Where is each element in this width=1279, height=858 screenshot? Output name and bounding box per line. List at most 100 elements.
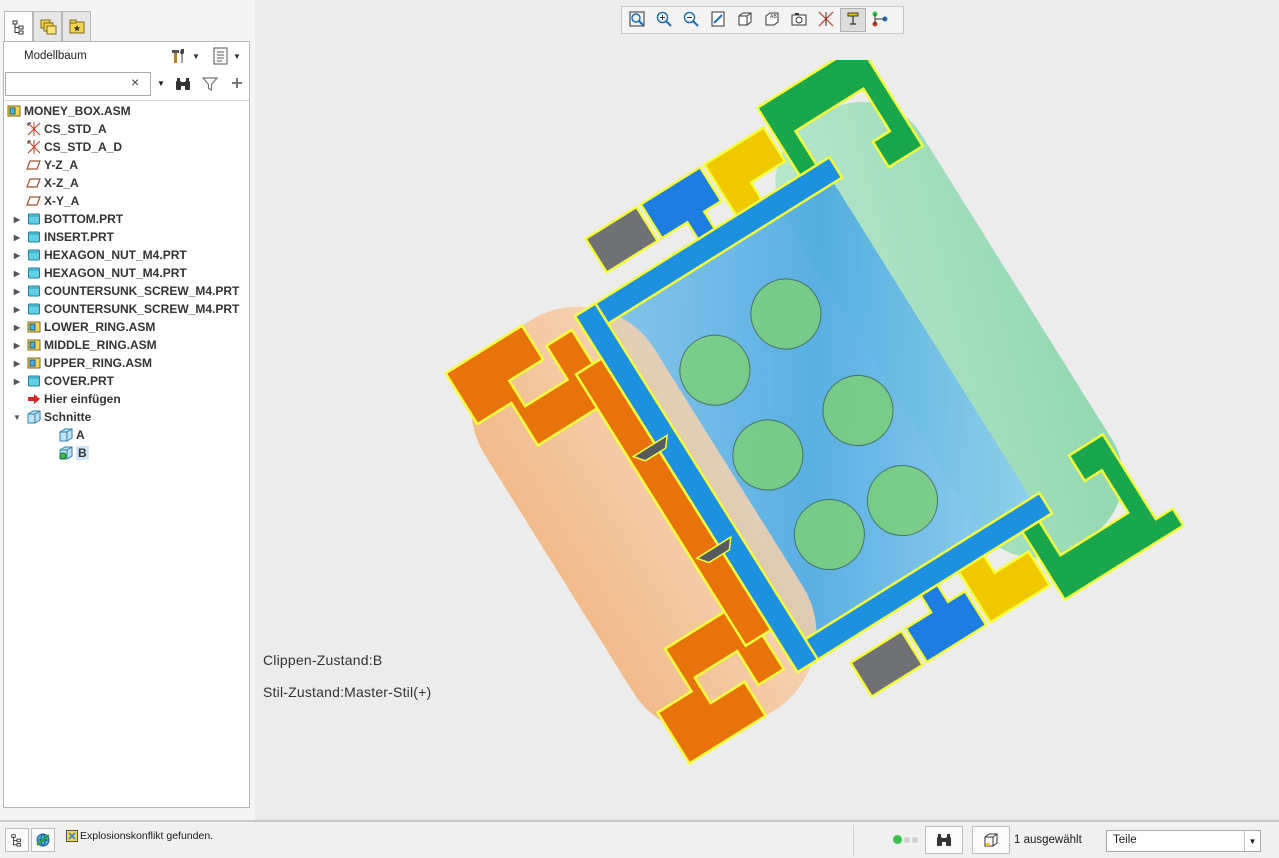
expand-arrow-icon[interactable]: ▶: [12, 305, 22, 314]
layers-tab[interactable]: [33, 11, 62, 41]
assembly-icon: [6, 103, 22, 119]
tree-item[interactable]: CS_STD_A_D: [12, 138, 122, 156]
warning-message-icon: [66, 830, 78, 842]
repaint-button[interactable]: [705, 8, 731, 32]
collapse-arrow-icon[interactable]: ▼: [12, 413, 22, 422]
refit-button[interactable]: [624, 8, 650, 32]
favorites-tab[interactable]: [62, 11, 91, 41]
tree-item[interactable]: CS_STD_A: [12, 120, 107, 138]
section-view-model[interactable]: [425, 60, 1185, 780]
spin-center-button[interactable]: [867, 8, 893, 32]
tree-item[interactable]: Y-Z_A: [12, 156, 78, 174]
saved-orientations-button[interactable]: AB: [759, 8, 785, 32]
tree-item[interactable]: ▶ HEXAGON_NUT_M4.PRT: [12, 264, 187, 282]
tree-item[interactable]: B: [44, 444, 89, 462]
tree-search-input[interactable]: [5, 72, 151, 96]
model-tree-title: Modellbaum: [24, 50, 87, 62]
tree-item[interactable]: ▶ COUNTERSUNK_SCREW_M4.PRT: [12, 300, 239, 318]
expand-arrow-icon[interactable]: ▶: [12, 323, 22, 332]
annotation-display-button[interactable]: [840, 8, 866, 32]
tree-item[interactable]: ▶ INSERT.PRT: [12, 228, 114, 246]
tree-item[interactable]: A: [44, 426, 85, 444]
annotation-display-icon: [844, 10, 862, 31]
tree-item-label: MIDDLE_RING.ASM: [44, 338, 157, 352]
selection-buffer-button[interactable]: [972, 826, 1010, 854]
zoom-in-button[interactable]: [651, 8, 677, 32]
datum-display-button[interactable]: [813, 8, 839, 32]
toggle-navigator-button[interactable]: [5, 828, 29, 852]
tree-item-label: LOWER_RING.ASM: [44, 320, 156, 334]
tree-item-label: BOTTOM.PRT: [44, 212, 124, 226]
find-button[interactable]: [174, 76, 192, 95]
part-icon: [26, 211, 42, 227]
selection-filter-select[interactable]: Teile ▼: [1106, 830, 1261, 852]
binoculars-icon: [176, 78, 190, 90]
assembly-icon: [26, 337, 42, 353]
expand-arrow-icon[interactable]: ▶: [12, 269, 22, 278]
clip-state-label: Clippen-Zustand:B: [263, 652, 383, 668]
browser-globe-icon: [36, 833, 50, 847]
refit-icon: [628, 10, 646, 31]
toggle-browser-button[interactable]: [31, 828, 55, 852]
status-message-text: Explosionskonflikt gefunden.: [80, 830, 214, 842]
clear-search-icon[interactable]: ×: [131, 74, 139, 90]
repaint-icon: [709, 10, 727, 31]
tree-item[interactable]: MONEY_BOX.ASM: [6, 102, 131, 120]
coordinate-system-icon: [26, 121, 42, 137]
tree-item[interactable]: ▶ COVER.PRT: [12, 372, 114, 390]
expand-arrow-icon[interactable]: ▶: [12, 251, 22, 260]
assembly-icon: [26, 355, 42, 371]
tree-item-label: X-Z_A: [44, 176, 79, 190]
tree-columns-button[interactable]: ▼: [212, 47, 241, 65]
tools-icon: [172, 49, 184, 63]
tree-item[interactable]: ▶ BOTTOM.PRT: [12, 210, 123, 228]
expand-arrow-icon[interactable]: ▶: [12, 287, 22, 296]
datum-plane-icon: [26, 157, 42, 173]
zoom-out-button[interactable]: [678, 8, 704, 32]
view-manager-icon: [790, 10, 808, 31]
view-manager-button[interactable]: [786, 8, 812, 32]
filter-button[interactable]: [201, 76, 219, 95]
tree-item[interactable]: X-Y_A: [12, 192, 79, 210]
plus-icon: [232, 78, 242, 88]
tree-item[interactable]: X-Z_A: [12, 174, 79, 192]
graphics-viewport[interactable]: AB Clippen-Zustand:B Stil-Zustand:Master…: [255, 0, 1279, 820]
saved-orientations-icon: AB: [763, 10, 781, 31]
part-icon: [26, 247, 42, 263]
navigator-tabs: [4, 11, 91, 42]
insert-here-arrow-icon: [26, 391, 42, 407]
status-bar: Explosionskonflikt gefunden. 1 ausgewähl…: [0, 820, 1279, 858]
lower-ring-bottom: [848, 629, 925, 699]
expand-arrow-icon[interactable]: ▶: [12, 341, 22, 350]
tree-item[interactable]: ▶ MIDDLE_RING.ASM: [12, 336, 157, 354]
tree-item[interactable]: ▼ Schnitte: [12, 408, 91, 426]
model-tree-header: Modellbaum ▼ ▼: [4, 42, 249, 70]
tree-item-label: A: [76, 428, 85, 442]
display-style-button[interactable]: [732, 8, 758, 32]
tree-item[interactable]: Hier einfügen: [12, 390, 121, 408]
tree-settings-button[interactable]: ▼: [169, 47, 200, 65]
tree-item[interactable]: ▶ LOWER_RING.ASM: [12, 318, 155, 336]
coordinate-system-icon: [26, 139, 42, 155]
expand-arrow-icon[interactable]: ▶: [12, 233, 22, 242]
section-icon: [58, 427, 74, 443]
navigator-panel: Modellbaum ▼ ▼ × ▼ MONEY_BOX.ASM CS_STD_…: [0, 0, 255, 820]
find-button-status[interactable]: [925, 826, 963, 854]
tree-item-label: HEXAGON_NUT_M4.PRT: [44, 266, 187, 280]
tree-item[interactable]: ▶ HEXAGON_NUT_M4.PRT: [12, 246, 187, 264]
expand-arrow-icon[interactable]: ▶: [12, 359, 22, 368]
regen-status-icon: [893, 835, 902, 844]
tree-item[interactable]: ▶ UPPER_RING.ASM: [12, 354, 152, 372]
model-tree-tab[interactable]: [4, 11, 33, 42]
model-tree-tab-icon: [12, 20, 23, 35]
selected-count: 1 ausgewählt: [1014, 834, 1082, 846]
datum-plane-icon: [26, 193, 42, 209]
binoculars-icon: [937, 834, 951, 846]
expand-arrow-icon[interactable]: ▶: [12, 377, 22, 386]
search-history-dropdown[interactable]: ▼: [157, 79, 165, 88]
selection-filter-value: Teile: [1113, 834, 1137, 846]
expand-arrow-icon[interactable]: ▶: [12, 215, 22, 224]
tree-item[interactable]: ▶ COUNTERSUNK_SCREW_M4.PRT: [12, 282, 239, 300]
add-column-button[interactable]: [230, 76, 244, 93]
chevron-down-icon[interactable]: ▼: [1244, 831, 1260, 851]
